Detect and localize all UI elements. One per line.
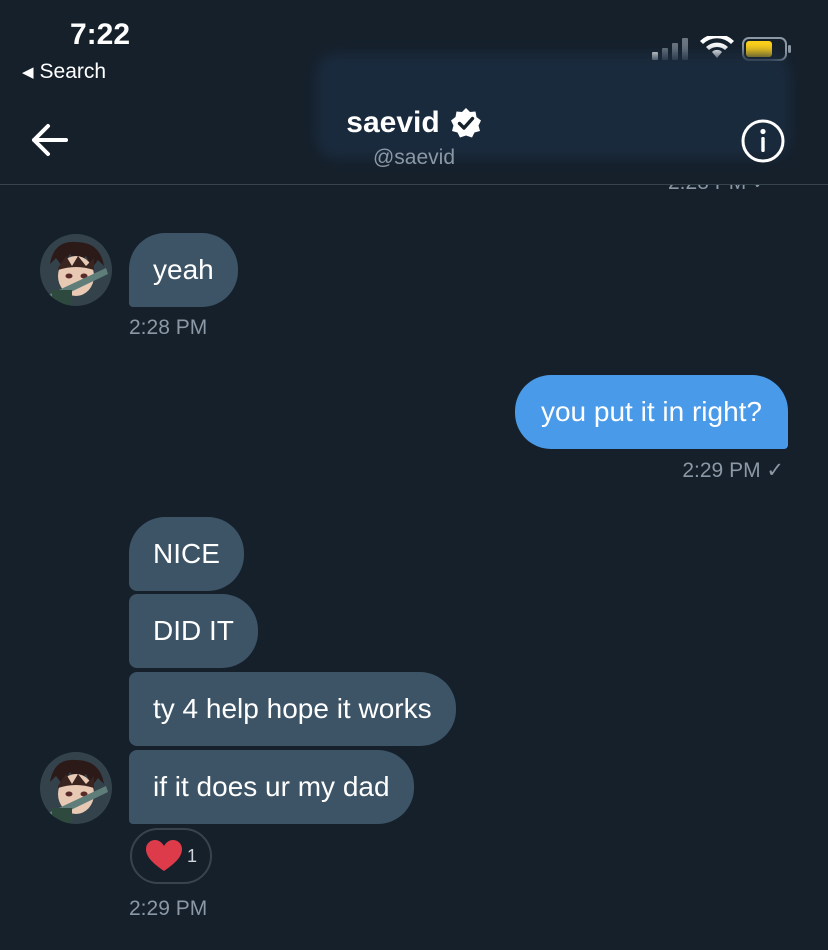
message-bubble-incoming[interactable]: yeah — [129, 233, 238, 307]
heart-icon — [145, 840, 182, 871]
message-timestamp: 2:28 PM — [129, 316, 208, 339]
contact-name: saevid — [346, 106, 440, 139]
message-bubble-incoming[interactable]: NICE — [129, 517, 244, 591]
anime-avatar-icon — [40, 752, 112, 824]
reaction-pill[interactable]: 1 — [130, 828, 212, 884]
header-divider — [0, 184, 828, 185]
back-to-app-link[interactable]: ◀ Search — [22, 60, 106, 84]
message-bubble-incoming[interactable]: if it does ur my dad — [129, 750, 414, 824]
back-triangle-icon: ◀ — [22, 64, 34, 81]
contact-avatar[interactable] — [40, 234, 112, 306]
reaction-count: 1 — [186, 845, 197, 866]
conversation-header: saevid @saevid — [0, 106, 828, 170]
info-icon[interactable] — [740, 118, 786, 164]
message-timestamp: 2:29 PM ✓ — [682, 459, 784, 482]
contact-handle: @saevid — [372, 146, 456, 169]
message-bubble-incoming[interactable]: ty 4 help hope it works — [129, 672, 456, 746]
back-app-label: Search — [39, 60, 107, 83]
previous-message-timestamp: 2:28 PM ✓ — [668, 171, 770, 194]
message-bubble-outgoing[interactable]: you put it in right? — [514, 375, 788, 449]
contact-avatar[interactable] — [40, 752, 112, 824]
conversation-title[interactable]: saevid — [346, 106, 481, 140]
status-clock: 7:22 — [70, 18, 131, 51]
verified-badge-icon — [450, 108, 481, 138]
anime-avatar-icon — [40, 234, 112, 306]
message-timestamp: 2:29 PM — [129, 897, 208, 920]
message-bubble-incoming[interactable]: DID IT — [129, 594, 258, 668]
